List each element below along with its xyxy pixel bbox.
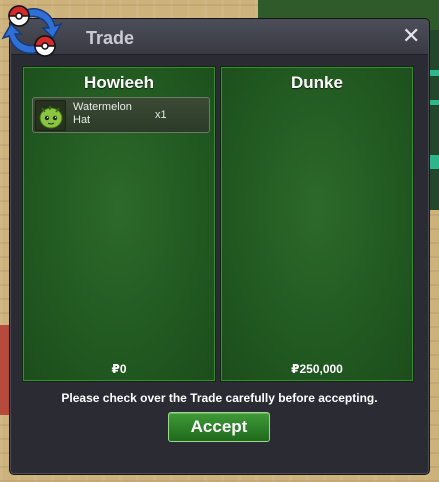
- my-offer-panel[interactable]: Howieeh Watermelon Hat x1 ₽0: [22, 66, 216, 382]
- player-name: Dunke: [291, 73, 343, 92]
- accept-button[interactable]: Accept: [168, 412, 270, 442]
- trade-notice: Please check over the Trade carefully be…: [61, 391, 378, 405]
- partner-offer-panel: Dunke ₽250,000: [220, 66, 414, 382]
- money-amount: ₽250,000: [291, 362, 343, 376]
- window-title: Trade: [86, 28, 135, 48]
- close-icon[interactable]: ✕: [402, 25, 420, 47]
- watermelon-hat-icon: [35, 100, 66, 131]
- item-quantity: x1: [155, 109, 167, 121]
- money-amount: ₽0: [111, 362, 127, 376]
- trade-window: Trade ✕ Howieeh Watermelon Hat x1 ₽0 Dun…: [1, 5, 429, 474]
- player-name: Howieeh: [84, 73, 154, 92]
- title-bar[interactable]: Trade ✕: [11, 20, 428, 55]
- item-name: Watermelon Hat: [73, 101, 132, 126]
- trade-icon: [1, 5, 63, 57]
- trade-item[interactable]: Watermelon Hat x1: [32, 97, 210, 133]
